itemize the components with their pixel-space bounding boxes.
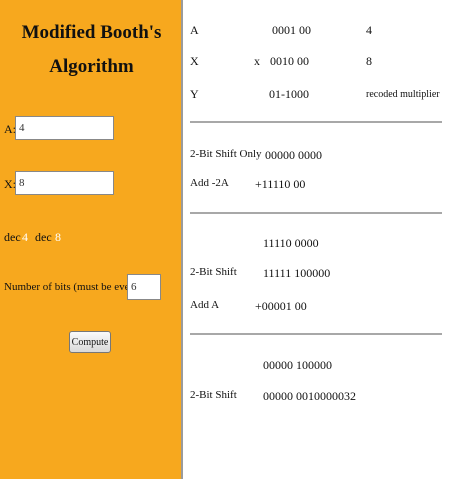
step3-row2-label: 2-Bit Shift	[190, 389, 237, 401]
result-a-dec: 4	[366, 23, 372, 37]
result-y-label: Y	[190, 87, 199, 101]
result-y-bits: 01-1000	[269, 87, 309, 101]
title-line-1: Modified Booth's	[21, 22, 162, 43]
result-x-dec: 8	[366, 54, 372, 68]
result-y-desc: recoded multiplier	[366, 89, 440, 100]
step1-row2-bits: +11110 00	[255, 177, 306, 191]
result-panel: A 0001 00 4 X x 0010 00 8 Y 01-1000 reco…	[185, 0, 474, 479]
step2-row2-bits: 11111 100000	[263, 266, 331, 280]
bits-input[interactable]	[127, 274, 161, 300]
page-title: Modified Booth's Algorithm	[0, 16, 183, 84]
x-dec-label: dec	[35, 230, 52, 244]
bits-label: Number of bits (must be even)	[4, 281, 139, 293]
step2-row3-bits: +00001 00	[255, 299, 307, 313]
a-input[interactable]	[15, 116, 114, 140]
result-a-bits: 0001 00	[272, 23, 311, 37]
step3-row2-bits: 00000 0010000032	[263, 389, 356, 403]
input-panel: Modified Booth's Algorithm A: X: dec 4 d…	[0, 0, 183, 479]
step1-row2-label: Add -2A	[190, 177, 229, 189]
divider-1	[190, 121, 442, 123]
compute-button[interactable]: Compute	[69, 331, 111, 353]
divider-2	[190, 212, 442, 214]
result-x-bits: 0010 00	[270, 54, 309, 68]
divider-3	[190, 333, 442, 335]
a-dec-value: 4	[22, 230, 28, 244]
step1-row1-bits: 00000 0000	[265, 148, 322, 162]
result-a-label: A	[190, 23, 199, 37]
step3-row1-bits: 00000 100000	[263, 358, 332, 372]
a-dec-label: dec	[4, 230, 21, 244]
step2-row1-bits: 11110 0000	[263, 236, 319, 250]
title-line-2: Algorithm	[49, 56, 134, 77]
booth-page: Modified Booth's Algorithm A: X: dec 4 d…	[0, 0, 474, 479]
x-input[interactable]	[15, 171, 114, 195]
result-x-mult: x	[254, 54, 260, 68]
step2-row2-label: 2-Bit Shift	[190, 266, 237, 278]
step1-row1-label: 2-Bit Shift Only	[190, 148, 262, 160]
x-dec-value: 8	[55, 230, 61, 244]
step2-row3-label: Add A	[190, 299, 220, 311]
result-x-label: X	[190, 54, 199, 68]
